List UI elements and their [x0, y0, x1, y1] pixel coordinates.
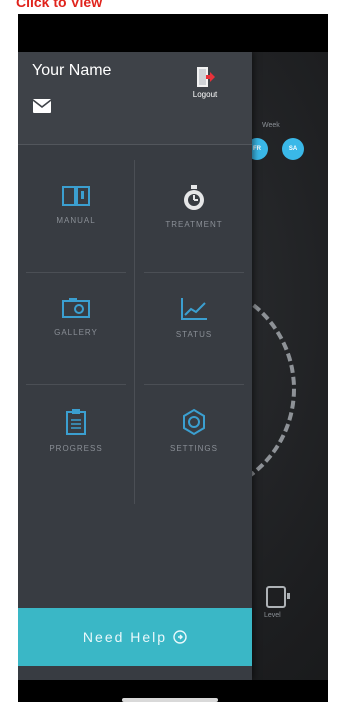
menu-item-label: SETTINGS	[169, 444, 218, 453]
week-label: Week	[262, 122, 280, 129]
chart-icon	[181, 298, 207, 320]
menu-item-label: STATUS	[175, 330, 213, 339]
screen: Click to View Week FR SA Level Your Name	[0, 0, 346, 702]
timer-icon	[184, 185, 204, 210]
menu-grid: MANUAL TREATMENT GALLERY STATUS PROGRESS…	[18, 160, 252, 504]
menu-item-treatment[interactable]: TREATMENT	[136, 160, 252, 272]
need-help-label: Need Help	[82, 629, 168, 645]
drawer-header: Your Name Logout	[18, 52, 252, 144]
menu-item-label: PROGRESS	[49, 444, 103, 453]
logout-icon	[197, 67, 215, 87]
day-badge-sa[interactable]: SA	[282, 138, 304, 160]
menu-item-progress[interactable]: PROGRESS	[18, 384, 134, 496]
camera-icon	[62, 298, 90, 318]
battery-icon	[266, 586, 290, 608]
grid-divider-vertical	[134, 160, 135, 504]
clipboard-icon	[66, 409, 86, 435]
level-label: Level	[264, 612, 281, 619]
menu-item-settings[interactable]: SETTINGS	[136, 384, 252, 496]
banner-text[interactable]: Click to View	[16, 0, 102, 10]
logout-label: Logout	[192, 90, 218, 99]
user-name: Your Name	[32, 62, 112, 79]
book-icon	[62, 186, 90, 206]
gear-icon	[183, 408, 205, 436]
menu-item-label: GALLERY	[54, 328, 98, 337]
header-divider	[18, 144, 252, 145]
click-to-view-banner[interactable]: Click to View	[0, 0, 346, 14]
menu-item-manual[interactable]: MANUAL	[18, 160, 134, 272]
menu-item-label: TREATMENT	[165, 220, 223, 229]
mail-icon[interactable]	[32, 98, 52, 114]
menu-item-status[interactable]: STATUS	[136, 272, 252, 384]
phone-frame: Week FR SA Level Your Name Logout MANUAL…	[18, 14, 328, 702]
need-help-button[interactable]: Need Help	[18, 608, 252, 666]
navigation-drawer: Your Name Logout MANUAL TREATMENT GALLER…	[18, 52, 252, 680]
logout-button[interactable]: Logout	[180, 66, 230, 112]
menu-item-label: MANUAL	[56, 216, 96, 225]
help-arrow-icon	[173, 630, 187, 644]
menu-item-gallery[interactable]: GALLERY	[18, 272, 134, 384]
home-indicator[interactable]	[122, 698, 218, 702]
